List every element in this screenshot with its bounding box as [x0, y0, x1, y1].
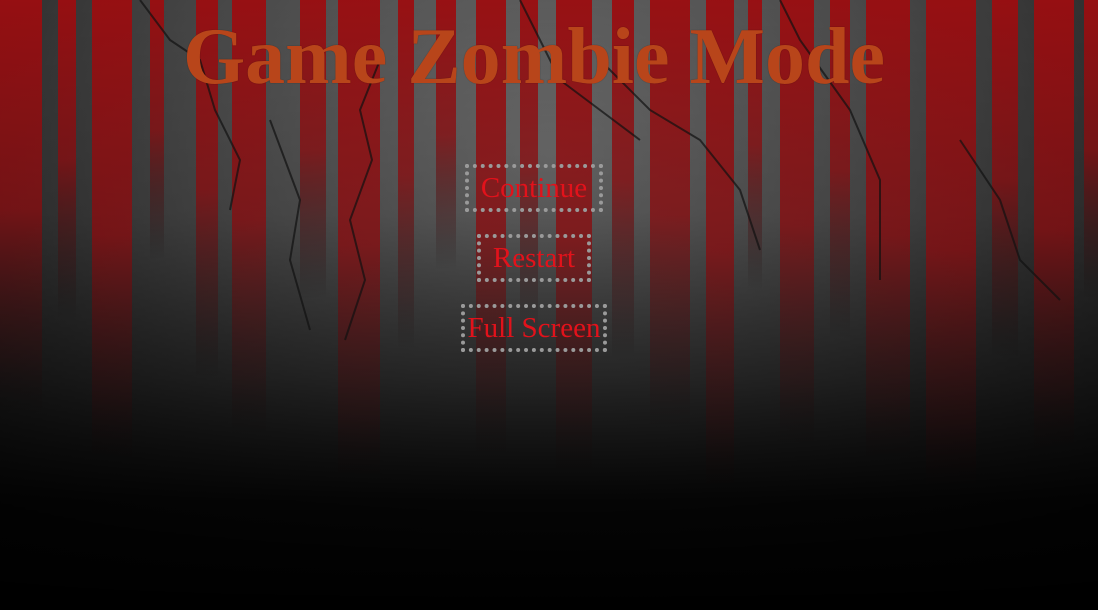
full-screen-button[interactable]: Full Screen [460, 304, 608, 352]
pause-menu: Continue Restart Full Screen [0, 164, 1068, 374]
continue-button[interactable]: Continue [464, 164, 604, 212]
restart-button[interactable]: Restart [476, 234, 592, 282]
page-title: Game Zombie Mode [182, 13, 886, 101]
game-pause-screen: Game Zombie Mode Continue Restart Full S… [0, 0, 1098, 610]
